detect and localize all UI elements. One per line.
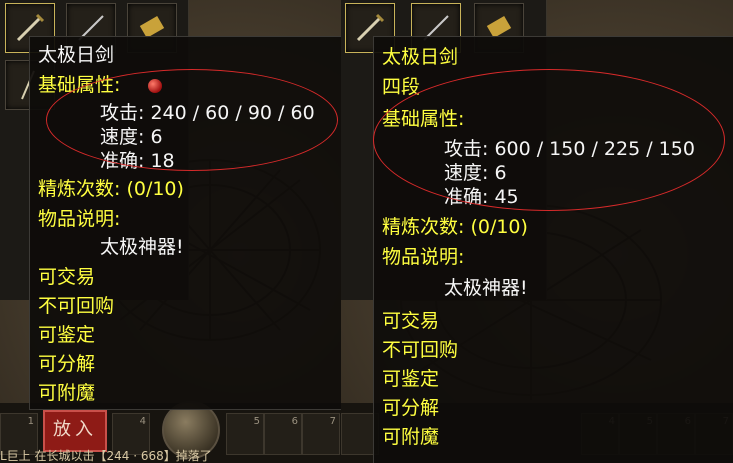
flag-enchantable: 可附魔	[38, 382, 96, 404]
description-label: 物品说明:	[382, 246, 465, 268]
flag-identifiable: 可鉴定	[38, 324, 96, 346]
flag-enchantable: 可附魔	[382, 426, 440, 448]
item-name: 太极日剑	[38, 44, 115, 66]
refine-count: 精炼次数: (0/10)	[382, 216, 528, 238]
left-game-view: 1 4 5 6 7 放入 L巨上 在长城以击【244 · 668】掉落了 太极日…	[0, 0, 341, 463]
item-name: 太极日剑	[382, 46, 459, 68]
flag-no-buyback: 不可回购	[382, 339, 459, 361]
flag-decomposable: 可分解	[38, 353, 96, 375]
description-text: 太极神器!	[100, 236, 184, 258]
flag-tradable: 可交易	[382, 310, 440, 332]
hotbar-slot-number: 1	[27, 416, 34, 427]
put-in-button[interactable]: 放入	[43, 410, 107, 452]
flag-identifiable: 可鉴定	[382, 368, 440, 390]
flag-tradable: 可交易	[38, 266, 96, 288]
highlight-ellipse	[46, 69, 338, 171]
hotbar-slot-number: 7	[329, 416, 336, 427]
flag-decomposable: 可分解	[382, 397, 440, 419]
refine-count: 精炼次数: (0/10)	[38, 178, 184, 200]
right-game-view: 4 5 6 7 太极日剑 四段 基础属性: 攻击: 600 / 150 / 22…	[341, 0, 733, 463]
hotbar-slot-number: 5	[253, 416, 260, 427]
description-text: 太极神器!	[444, 277, 528, 299]
description-label: 物品说明:	[38, 208, 121, 230]
chat-line: L巨上 在长城以击【244 · 668】掉落了	[0, 449, 212, 463]
hotbar-slot-number: 6	[291, 416, 298, 427]
hotbar-slot-number: 4	[139, 416, 146, 427]
highlight-ellipse	[373, 69, 725, 211]
flag-no-buyback: 不可回购	[38, 295, 115, 317]
